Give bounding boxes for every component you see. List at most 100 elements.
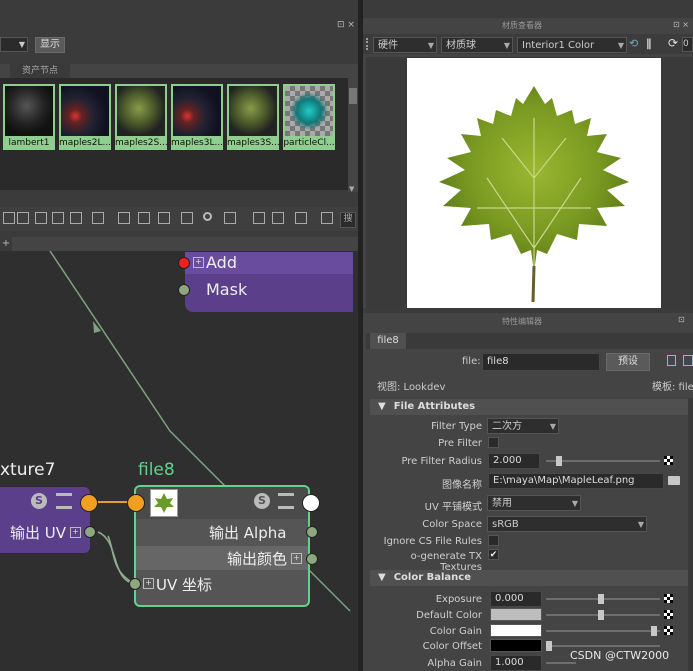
focus-icon[interactable] bbox=[667, 355, 676, 366]
swatch-toggle-icon[interactable]: S bbox=[254, 493, 270, 509]
pre-filter-checkbox[interactable] bbox=[488, 437, 499, 448]
expand-icon[interactable]: + bbox=[70, 527, 81, 538]
color-gain-label: Color Gain bbox=[429, 626, 482, 637]
ae-scrollbar[interactable] bbox=[688, 398, 693, 671]
display-button[interactable]: 显示 bbox=[35, 37, 65, 53]
pre-filter-radius-label: Pre Filter Radius bbox=[401, 456, 482, 467]
slider-handle[interactable] bbox=[651, 626, 657, 636]
tab-asset-nodes[interactable]: 资产节点 bbox=[10, 64, 70, 78]
uv-coord-port[interactable] bbox=[129, 578, 141, 590]
alpha-gain-field[interactable]: 1.000 bbox=[490, 655, 542, 671]
material-swatch[interactable]: maples3S... bbox=[227, 84, 279, 150]
material-swatch[interactable]: maples2L... bbox=[59, 84, 111, 150]
gen-tx-checkbox[interactable]: ✔ bbox=[488, 549, 499, 560]
output-uv-port[interactable] bbox=[84, 526, 96, 538]
map-button-icon[interactable] bbox=[664, 626, 673, 635]
file-out-port[interactable] bbox=[302, 494, 320, 512]
expand-icon[interactable]: + bbox=[291, 553, 302, 564]
swatch-toggle-icon[interactable]: S bbox=[31, 493, 47, 509]
material-swatch[interactable]: particleCl... bbox=[283, 84, 335, 150]
image-name-field[interactable]: E:\maya\Map\MapleLeaf.png bbox=[488, 473, 664, 489]
section-color-balance[interactable]: ▼ Color Balance bbox=[370, 570, 688, 586]
chevron-down-icon: ▼ bbox=[549, 422, 556, 431]
refresh-icon[interactable]: ⟳ bbox=[668, 36, 678, 50]
panel-float-icon[interactable]: ⊡ × bbox=[673, 20, 689, 29]
slider-handle[interactable] bbox=[556, 456, 562, 466]
pause-icon[interactable]: ∥ bbox=[646, 37, 652, 50]
layout-icon[interactable] bbox=[52, 212, 64, 224]
alpha-gain-slider[interactable] bbox=[546, 662, 576, 664]
list-view-icon[interactable] bbox=[181, 212, 193, 224]
exposure-field[interactable]: 0.000 bbox=[490, 591, 542, 607]
default-color-swatch[interactable] bbox=[490, 608, 542, 621]
mask-input-port[interactable] bbox=[178, 284, 190, 296]
uv-tiling-dropdown[interactable]: 禁用 ▼ bbox=[487, 495, 581, 511]
search-stub[interactable]: 搜 bbox=[340, 212, 356, 228]
material-swatch[interactable]: lambert1 bbox=[3, 84, 55, 150]
texture-out-port[interactable] bbox=[80, 494, 98, 512]
bookmark-icon[interactable] bbox=[224, 212, 236, 224]
frame-all-icon[interactable] bbox=[17, 212, 29, 224]
scroll-thumb[interactable] bbox=[349, 88, 357, 104]
dropdown-arrow-icon[interactable]: ▼ bbox=[0, 37, 28, 52]
expand-icon[interactable]: + bbox=[143, 578, 154, 589]
list-icon[interactable] bbox=[56, 493, 72, 509]
settings-icon[interactable] bbox=[321, 212, 333, 224]
copy-tab-icon[interactable] bbox=[683, 355, 693, 366]
search-node-icon[interactable] bbox=[203, 212, 212, 221]
expand-icon[interactable]: + bbox=[193, 257, 204, 268]
scroll-down-icon[interactable]: ▼ bbox=[349, 185, 354, 193]
file-input-port[interactable] bbox=[127, 494, 145, 512]
leaf-preview[interactable] bbox=[407, 58, 661, 308]
grid-icon[interactable] bbox=[253, 212, 265, 224]
list-view-icon[interactable] bbox=[118, 212, 130, 224]
color-gain-slider[interactable] bbox=[546, 630, 660, 632]
align-icon[interactable] bbox=[92, 212, 104, 224]
graph-icon[interactable] bbox=[3, 212, 15, 224]
add-input-port[interactable] bbox=[178, 257, 190, 269]
snap-icon[interactable] bbox=[272, 212, 284, 224]
map-button-icon[interactable] bbox=[664, 610, 673, 619]
swatch-label: maples2S... bbox=[115, 138, 167, 148]
panel-menu-icon[interactable] bbox=[366, 38, 372, 50]
section-file-attributes[interactable]: ▼ File Attributes bbox=[370, 399, 688, 415]
material-swatch[interactable]: maples2S... bbox=[115, 84, 167, 150]
ae-tab-strip bbox=[366, 333, 693, 349]
panel-float-icon[interactable]: ⊡ bbox=[678, 315, 685, 324]
folder-icon[interactable] bbox=[668, 476, 680, 485]
map-button-icon[interactable] bbox=[664, 456, 673, 465]
preset-button[interactable]: 预设 bbox=[606, 353, 650, 371]
collapse-arrow-icon: ▼ bbox=[378, 572, 386, 583]
slider-handle[interactable] bbox=[546, 641, 552, 651]
output-alpha-port[interactable] bbox=[306, 526, 318, 538]
shape-dropdown[interactable]: 材质球 ▼ bbox=[441, 37, 513, 53]
color-space-dropdown[interactable]: sRGB ▼ bbox=[487, 516, 647, 532]
output-color-port[interactable] bbox=[306, 553, 318, 565]
material-dropdown[interactable]: Interior1 Color ▼ bbox=[517, 37, 627, 53]
map-button-icon[interactable] bbox=[664, 594, 673, 603]
color-offset-slider[interactable] bbox=[546, 645, 660, 647]
list-icon[interactable] bbox=[278, 493, 294, 509]
color-offset-swatch[interactable] bbox=[490, 639, 542, 652]
panel-float-icon[interactable]: ⊡ × bbox=[337, 20, 355, 30]
swatch-label: maples3S... bbox=[227, 138, 279, 148]
tab-file8[interactable]: file8 bbox=[370, 333, 406, 349]
filter-type-dropdown[interactable]: 二次方 ▼ bbox=[487, 418, 559, 434]
material-swatch[interactable]: maples3L... bbox=[171, 84, 223, 150]
list-view-icon[interactable] bbox=[158, 212, 170, 224]
zoom-field[interactable]: 0 bbox=[682, 37, 693, 52]
color-gain-swatch[interactable] bbox=[490, 624, 542, 637]
pre-filter-radius-slider[interactable] bbox=[546, 460, 660, 462]
save-icon[interactable] bbox=[295, 212, 307, 224]
list-view-icon[interactable] bbox=[138, 212, 150, 224]
ignore-cs-checkbox[interactable] bbox=[488, 535, 499, 546]
slider-handle[interactable] bbox=[598, 594, 604, 604]
pin-icon[interactable] bbox=[70, 212, 82, 224]
add-tab-icon[interactable]: + bbox=[0, 237, 12, 251]
slider-handle[interactable] bbox=[598, 610, 604, 620]
render-icon[interactable]: ⟲ bbox=[629, 37, 638, 50]
frame-selected-icon[interactable] bbox=[35, 212, 47, 224]
renderer-dropdown[interactable]: 硬件 ▼ bbox=[373, 37, 437, 53]
file-name-field[interactable]: file8 bbox=[482, 353, 600, 371]
pre-filter-radius-field[interactable]: 2.000 bbox=[488, 453, 540, 469]
